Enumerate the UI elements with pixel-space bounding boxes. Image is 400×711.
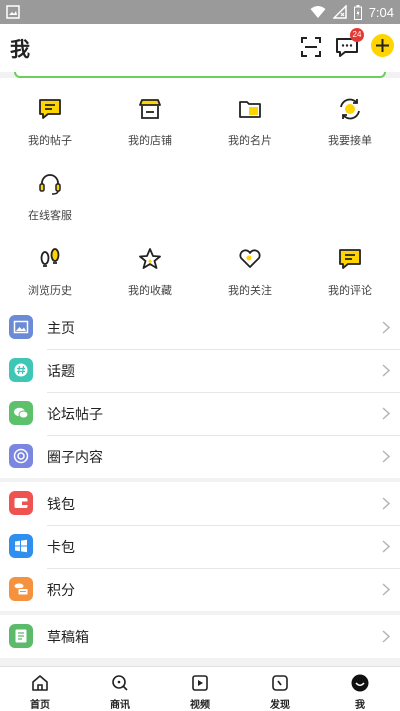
grid-item-comments[interactable]: 我的评论 (300, 228, 400, 297)
menu-group-drafts: 草稿箱 (0, 615, 400, 658)
menu-item-home[interactable]: 主页 (0, 306, 400, 349)
video-icon (192, 675, 208, 691)
menu-label: 钱包 (47, 497, 75, 513)
footprint-icon (40, 248, 60, 267)
menu-item-circle-content[interactable]: 圈子内容 (0, 435, 400, 478)
chevron-right-icon (382, 630, 390, 643)
menu-label: 主页 (47, 321, 75, 337)
status-time: 7:04 (368, 4, 394, 20)
status-bar: 7:04 (0, 0, 400, 24)
shortcut-grid: 我的帖子 我的店铺 我的名片 我要接单 在线客服 浏览历史 我的收藏 我的关注 … (0, 78, 400, 310)
nav-label: 我 (355, 700, 365, 711)
compass-icon (272, 675, 288, 691)
nav-label: 首页 (30, 700, 50, 711)
chevron-right-icon (382, 540, 390, 553)
wallet-icon (9, 491, 33, 515)
shop-icon (139, 99, 161, 119)
menu-label: 论坛帖子 (47, 407, 103, 423)
message-badge: 24 (350, 28, 364, 42)
grid-item-customer-service[interactable]: 在线客服 (0, 153, 100, 222)
chevron-right-icon (382, 364, 390, 377)
post-icon (39, 99, 61, 119)
comment-icon (339, 249, 361, 269)
scan-icon[interactable] (298, 34, 324, 60)
chat-icon (9, 401, 33, 425)
grid-item-take-order[interactable]: 我要接单 (300, 78, 400, 147)
circle-icon (9, 444, 33, 468)
grid-label: 我的关注 (228, 284, 272, 297)
menu-group-content: 主页 话题 论坛帖子 圈子内容 (0, 306, 400, 478)
card-icon (9, 534, 33, 558)
menu-item-forum-posts[interactable]: 论坛帖子 (0, 392, 400, 435)
menu-item-card-wallet[interactable]: 卡包 (0, 525, 400, 568)
me-icon (351, 674, 369, 692)
headset-icon (39, 174, 61, 195)
search-icon (112, 675, 128, 691)
grid-label: 我的帖子 (28, 134, 72, 147)
sync-icon (340, 98, 360, 120)
chevron-right-icon (382, 497, 390, 510)
chevron-right-icon (382, 450, 390, 463)
grid-item-history[interactable]: 浏览历史 (0, 228, 100, 297)
chevron-right-icon (382, 407, 390, 420)
menu-label: 话题 (47, 364, 75, 380)
plus-icon (376, 39, 389, 52)
bottom-navigation: 首页 商讯 视频 发现 我 (0, 666, 400, 711)
grid-label: 我要接单 (328, 134, 372, 147)
draft-icon (9, 624, 33, 648)
signal-off-icon (332, 5, 347, 19)
coins-icon (9, 577, 33, 601)
grid-item-my-shop[interactable]: 我的店铺 (100, 78, 200, 147)
gallery-notification-icon (6, 5, 20, 19)
grid-label: 我的评论 (328, 284, 372, 297)
menu-item-topics[interactable]: 话题 (0, 349, 400, 392)
header: 我 24 (0, 24, 400, 72)
page-title: 我 (10, 37, 30, 61)
nav-tab-discover[interactable]: 发现 (240, 667, 320, 711)
menu-item-wallet[interactable]: 钱包 (0, 482, 400, 525)
grid-item-favorites[interactable]: 我的收藏 (100, 228, 200, 297)
folder-icon (239, 101, 261, 118)
menu-group-wallet: 钱包 卡包 积分 (0, 482, 400, 611)
nav-label: 商讯 (110, 700, 130, 711)
nav-tab-home[interactable]: 首页 (0, 667, 80, 711)
battery-icon (353, 4, 362, 20)
chevron-right-icon (382, 583, 390, 596)
grid-item-my-card[interactable]: 我的名片 (200, 78, 300, 147)
nav-tab-me[interactable]: 我 (320, 667, 400, 711)
grid-label: 我的收藏 (128, 284, 172, 297)
nav-tab-news[interactable]: 商讯 (80, 667, 160, 711)
wifi-icon (310, 6, 326, 18)
grid-label: 我的店铺 (128, 134, 172, 147)
heart-icon (239, 249, 261, 268)
add-button[interactable] (371, 34, 394, 57)
menu-item-points[interactable]: 积分 (0, 568, 400, 611)
grid-item-follows[interactable]: 我的关注 (200, 228, 300, 297)
nav-tab-video[interactable]: 视频 (160, 667, 240, 711)
menu-label: 卡包 (47, 540, 75, 556)
chevron-right-icon (382, 321, 390, 334)
hashtag-icon (9, 358, 33, 382)
grid-label: 我的名片 (228, 134, 272, 147)
menu-item-drafts[interactable]: 草稿箱 (0, 615, 400, 658)
nav-label: 视频 (190, 700, 210, 711)
menu-label: 草稿箱 (47, 630, 89, 646)
menu-label: 积分 (47, 583, 75, 599)
menu-label: 圈子内容 (47, 450, 103, 466)
image-icon (9, 315, 33, 339)
grid-label: 浏览历史 (28, 284, 72, 297)
grid-item-my-posts[interactable]: 我的帖子 (0, 78, 100, 147)
grid-label: 在线客服 (28, 209, 72, 222)
home-icon (32, 675, 48, 691)
star-icon (139, 248, 161, 269)
nav-label: 发现 (270, 700, 290, 711)
